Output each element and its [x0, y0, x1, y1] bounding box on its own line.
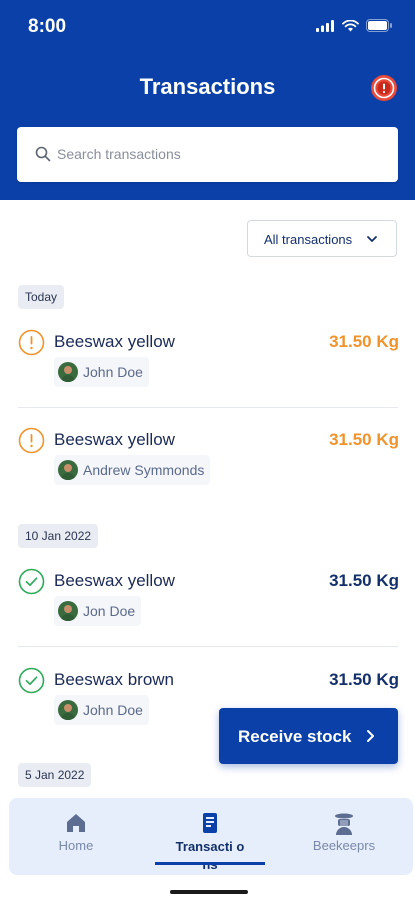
search-icon — [35, 146, 51, 162]
wifi-icon — [342, 19, 359, 31]
beekeeper-icon — [335, 813, 353, 835]
date-header: Today — [18, 285, 65, 309]
transaction-name: Beeswax yellow — [54, 332, 175, 351]
beekeeper-tag: John Doe — [54, 357, 149, 387]
home-indicator — [170, 890, 248, 894]
transaction-name: Beeswax yellow — [54, 571, 175, 590]
tab-home[interactable]: Home — [11, 798, 141, 875]
avatar — [58, 460, 78, 480]
avatar — [58, 601, 78, 621]
page-title: Transactions — [139, 74, 276, 99]
transaction-quantity: 31.50 Kg — [329, 670, 399, 689]
divider — [18, 646, 398, 647]
header: 8:00 Transactions Search transactions — [0, 0, 415, 200]
filter-label: All transactions — [264, 232, 353, 247]
transaction-quantity: 31.50 Kg — [329, 571, 399, 590]
warning-icon — [18, 427, 45, 454]
tab-home-label: Home — [58, 838, 94, 853]
date-header: 10 Jan 2022 — [18, 524, 99, 548]
home-icon — [67, 814, 85, 832]
active-tab-indicator — [155, 862, 265, 865]
date-header: 5 Jan 2022 — [18, 763, 92, 787]
divider — [18, 407, 398, 408]
beekeeper-name: Andrew Symmonds — [83, 462, 205, 478]
beekeeper-name: John Doe — [83, 364, 143, 380]
avatar — [58, 700, 78, 720]
receive-stock-button[interactable]: Receive stock — [219, 708, 398, 764]
warning-icon — [18, 329, 45, 356]
transaction-name: Beeswax brown — [54, 670, 175, 689]
document-icon — [203, 813, 217, 833]
alarm-button[interactable] — [369, 73, 399, 103]
tab-beekeepers-label: Beekeeprs — [312, 838, 376, 853]
alarm-icon — [371, 75, 397, 101]
status-bar: 8:00 — [0, 0, 415, 54]
signal-icon — [316, 19, 334, 32]
avatar — [58, 362, 78, 382]
transaction-quantity: 31.50 Kg — [329, 332, 399, 351]
beekeeper-tag: Andrew Symmonds — [54, 455, 211, 485]
receive-stock-label: Receive stock — [238, 727, 352, 746]
status-icons — [316, 19, 393, 32]
transaction-name: Beeswax yellow — [54, 430, 175, 449]
transaction-quantity: 31.50 Kg — [329, 430, 399, 449]
tab-transactions-label: Transacti ons — [175, 839, 245, 872]
check-circle-icon — [18, 667, 45, 694]
chevron-down-icon — [367, 236, 377, 242]
transaction-row[interactable]: Beeswax yellow 31.50 Kg John Doe — [0, 329, 415, 424]
transaction-row[interactable]: Beeswax yellow 31.50 Kg Jon Doe — [0, 568, 415, 663]
battery-icon — [366, 19, 392, 32]
check-circle-icon — [18, 568, 45, 595]
filter-dropdown[interactable]: All transactions — [247, 220, 397, 257]
beekeeper-tag: Jon Doe — [54, 596, 142, 626]
tab-beekeepers[interactable]: Beekeeprs — [279, 798, 409, 875]
chevron-right-icon — [367, 730, 374, 742]
beekeeper-name: Jon Doe — [83, 603, 136, 619]
bottom-tab-bar: Home Transacti ons Beekeeprs — [9, 798, 413, 875]
transaction-row[interactable]: Beeswax yellow 31.50 Kg Andrew Symmonds — [0, 427, 415, 522]
search-input[interactable]: Search transactions — [17, 127, 398, 182]
beekeeper-tag: John Doe — [54, 695, 149, 725]
beekeeper-name: John Doe — [83, 702, 143, 718]
status-time: 8:00 — [28, 16, 67, 37]
search-placeholder: Search transactions — [57, 146, 181, 162]
